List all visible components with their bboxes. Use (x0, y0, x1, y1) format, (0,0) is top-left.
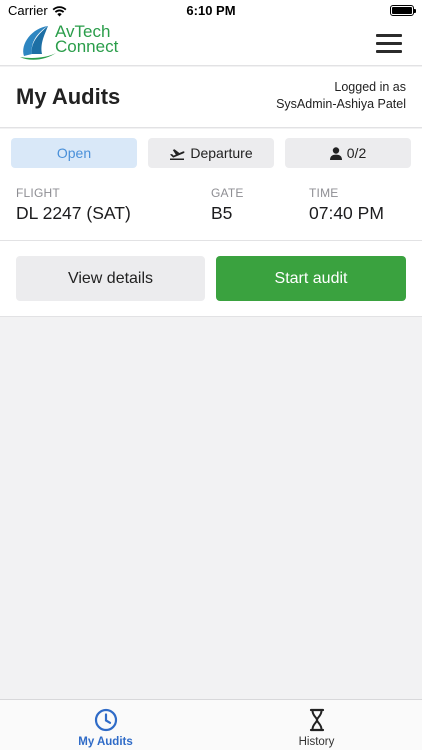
logged-in-label: Logged in as (334, 80, 406, 94)
time-label: TIME (309, 186, 339, 200)
logo-text: AvTech Connect (55, 23, 119, 56)
tab-bar: My Audits History (0, 699, 422, 750)
audit-card: Open Departure 0/2 FLIGHT DL 2247 (SAT) … (0, 129, 422, 317)
tab-history-label: History (298, 736, 335, 748)
clock-icon (94, 708, 117, 732)
crew-badge: 0/2 (285, 138, 411, 168)
view-details-button[interactable]: View details (16, 256, 205, 301)
page-title: My Audits (16, 84, 121, 109)
flight-value: DL 2247 (SAT) (16, 203, 131, 223)
direction-badge: Departure (148, 138, 274, 168)
logged-in-user: SysAdmin-Ashiya Patel (276, 97, 406, 111)
battery-icon (390, 5, 416, 16)
crew-count: 0/2 (346, 145, 367, 161)
hamburger-menu-icon[interactable] (376, 34, 402, 54)
time-value: 07:40 PM (309, 203, 384, 223)
tab-my-audits-label: My Audits (78, 736, 133, 748)
logo-text-connect: Connect (55, 37, 119, 56)
card-divider (0, 240, 422, 241)
plane-departure-icon (170, 149, 185, 160)
app-header: AvTech Connect (0, 22, 422, 66)
direction-label: Departure (190, 145, 253, 161)
person-icon (329, 147, 342, 160)
status-time: 6:10 PM (186, 3, 236, 18)
flight-label: FLIGHT (16, 186, 60, 200)
logo-swoosh-icon (20, 26, 56, 60)
avtech-logo: AvTech Connect (18, 22, 148, 62)
gate-label: GATE (211, 186, 244, 200)
status-badge: Open (11, 138, 137, 168)
gate-value: B5 (211, 203, 233, 223)
status-bar: Carrier 6:10 PM (0, 0, 422, 22)
hourglass-icon (309, 708, 324, 732)
start-audit-button[interactable]: Start audit (216, 256, 406, 301)
tab-history[interactable]: History (211, 700, 422, 750)
tab-my-audits[interactable]: My Audits (0, 700, 211, 750)
page-header: My Audits Logged in as SysAdmin-Ashiya P… (0, 67, 422, 128)
